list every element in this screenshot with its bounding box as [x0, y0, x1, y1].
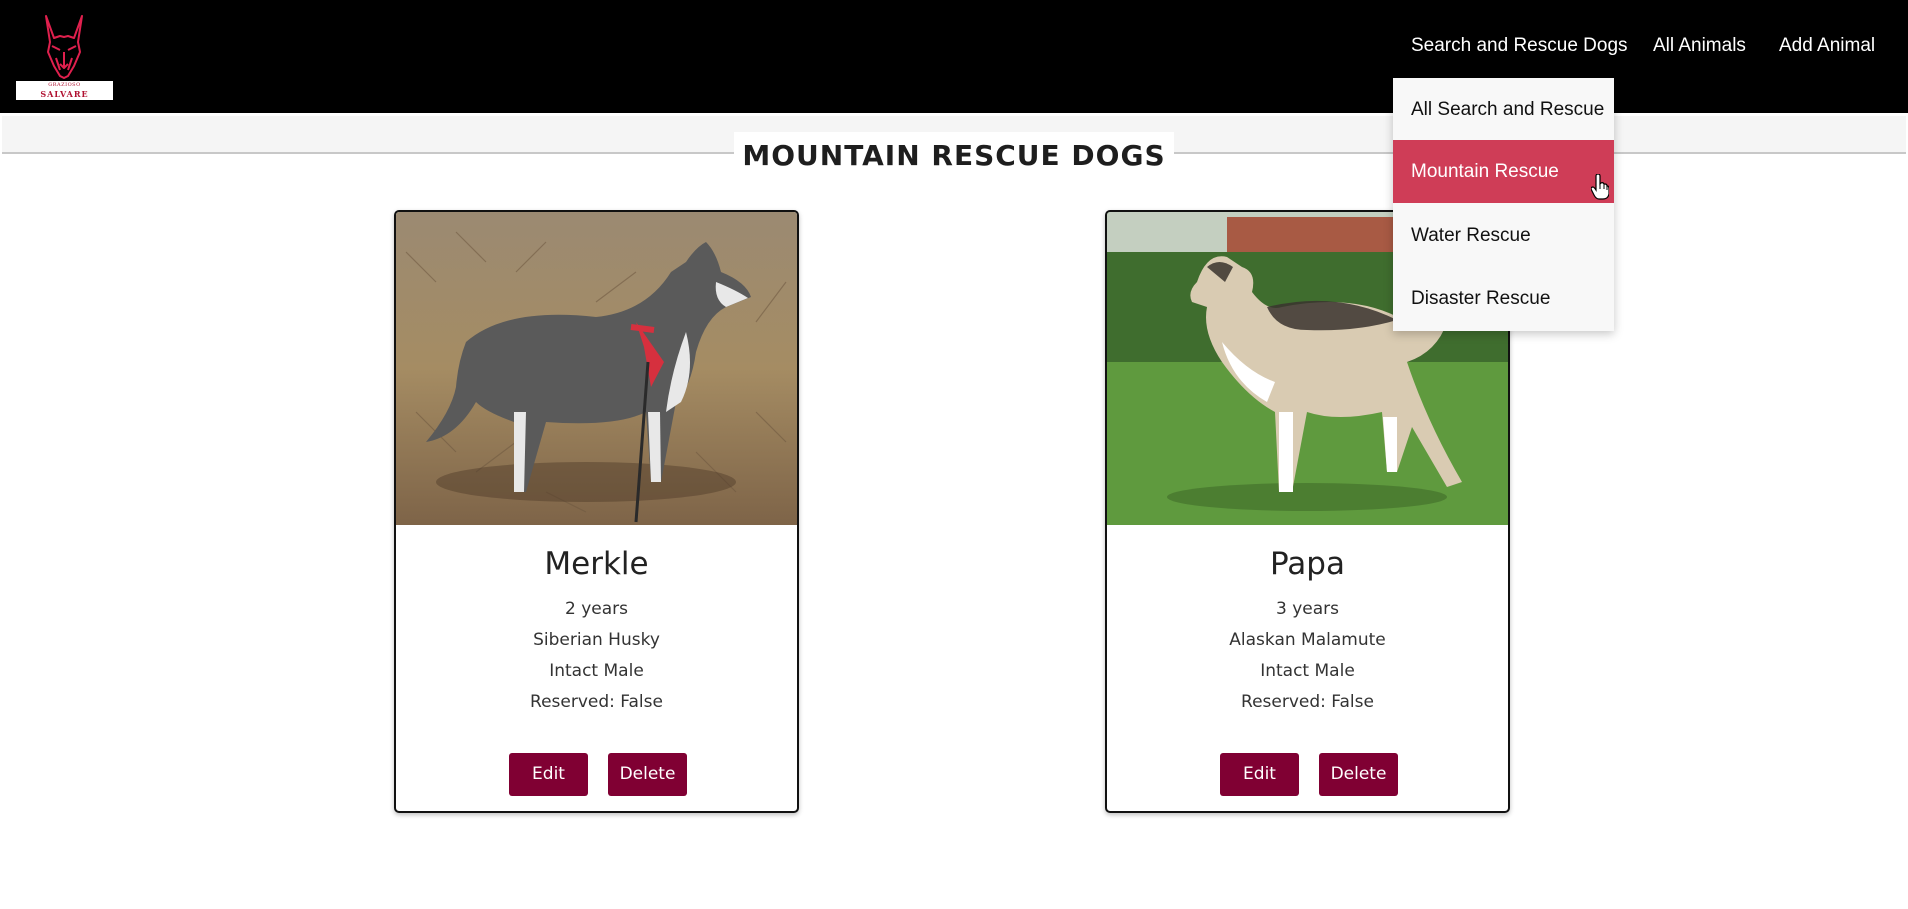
edit-button[interactable]: Edit: [1220, 753, 1299, 796]
animal-name: Papa: [1270, 546, 1345, 582]
animal-age: 2 years: [564, 599, 628, 619]
nav-all-animals[interactable]: All Animals: [1653, 34, 1746, 58]
logo-brand-text: SALVARE: [40, 89, 89, 99]
animal-sex: Intact Male: [549, 661, 644, 681]
page-title-container: MOUNTAIN RESCUE DOGS: [734, 132, 1174, 180]
animal-age: 3 years: [1275, 599, 1339, 619]
german-shepherd-head-icon: [45, 15, 83, 79]
hand-pointer-icon: [1591, 174, 1609, 200]
animal-sex: Intact Male: [1260, 661, 1355, 681]
dropdown-item-all-search-rescue[interactable]: All Search and Rescue: [1393, 78, 1614, 141]
nav-search-rescue-dogs[interactable]: Search and Rescue Dogs: [1411, 34, 1628, 58]
animal-breed: Siberian Husky: [533, 630, 660, 650]
dog-photo: [396, 212, 797, 525]
animal-reserved: Reserved: False: [1241, 692, 1374, 712]
dropdown-item-disaster-rescue[interactable]: Disaster Rescue: [1393, 267, 1614, 330]
edit-button[interactable]: Edit: [509, 753, 588, 796]
dropdown-item-water-rescue[interactable]: Water Rescue: [1393, 204, 1614, 267]
animal-name: Merkle: [544, 546, 649, 582]
animal-details: Papa 3 years Alaskan Malamute Intact Mal…: [1107, 542, 1508, 718]
logo[interactable]: GRAZIOSO SALVARE: [16, 12, 113, 100]
nav-add-animal[interactable]: Add Animal: [1779, 34, 1875, 58]
animal-reserved: Reserved: False: [530, 692, 663, 712]
delete-button[interactable]: Delete: [608, 753, 687, 796]
page-title: MOUNTAIN RESCUE DOGS: [742, 139, 1166, 172]
dropdown-item-mountain-rescue[interactable]: Mountain Rescue: [1393, 140, 1614, 203]
animal-card: Merkle 2 years Siberian Husky Intact Mal…: [394, 210, 799, 813]
delete-button[interactable]: Delete: [1319, 753, 1398, 796]
search-rescue-dropdown-menu: All Search and Rescue Mountain Rescue Wa…: [1393, 78, 1614, 331]
logo-plate: GRAZIOSO SALVARE: [16, 81, 113, 100]
top-navbar: GRAZIOSO SALVARE Search and Rescue Dogs …: [0, 0, 1908, 113]
animal-breed: Alaskan Malamute: [1229, 630, 1386, 650]
animal-details: Merkle 2 years Siberian Husky Intact Mal…: [396, 542, 797, 718]
logo-small-text: GRAZIOSO: [48, 82, 81, 88]
